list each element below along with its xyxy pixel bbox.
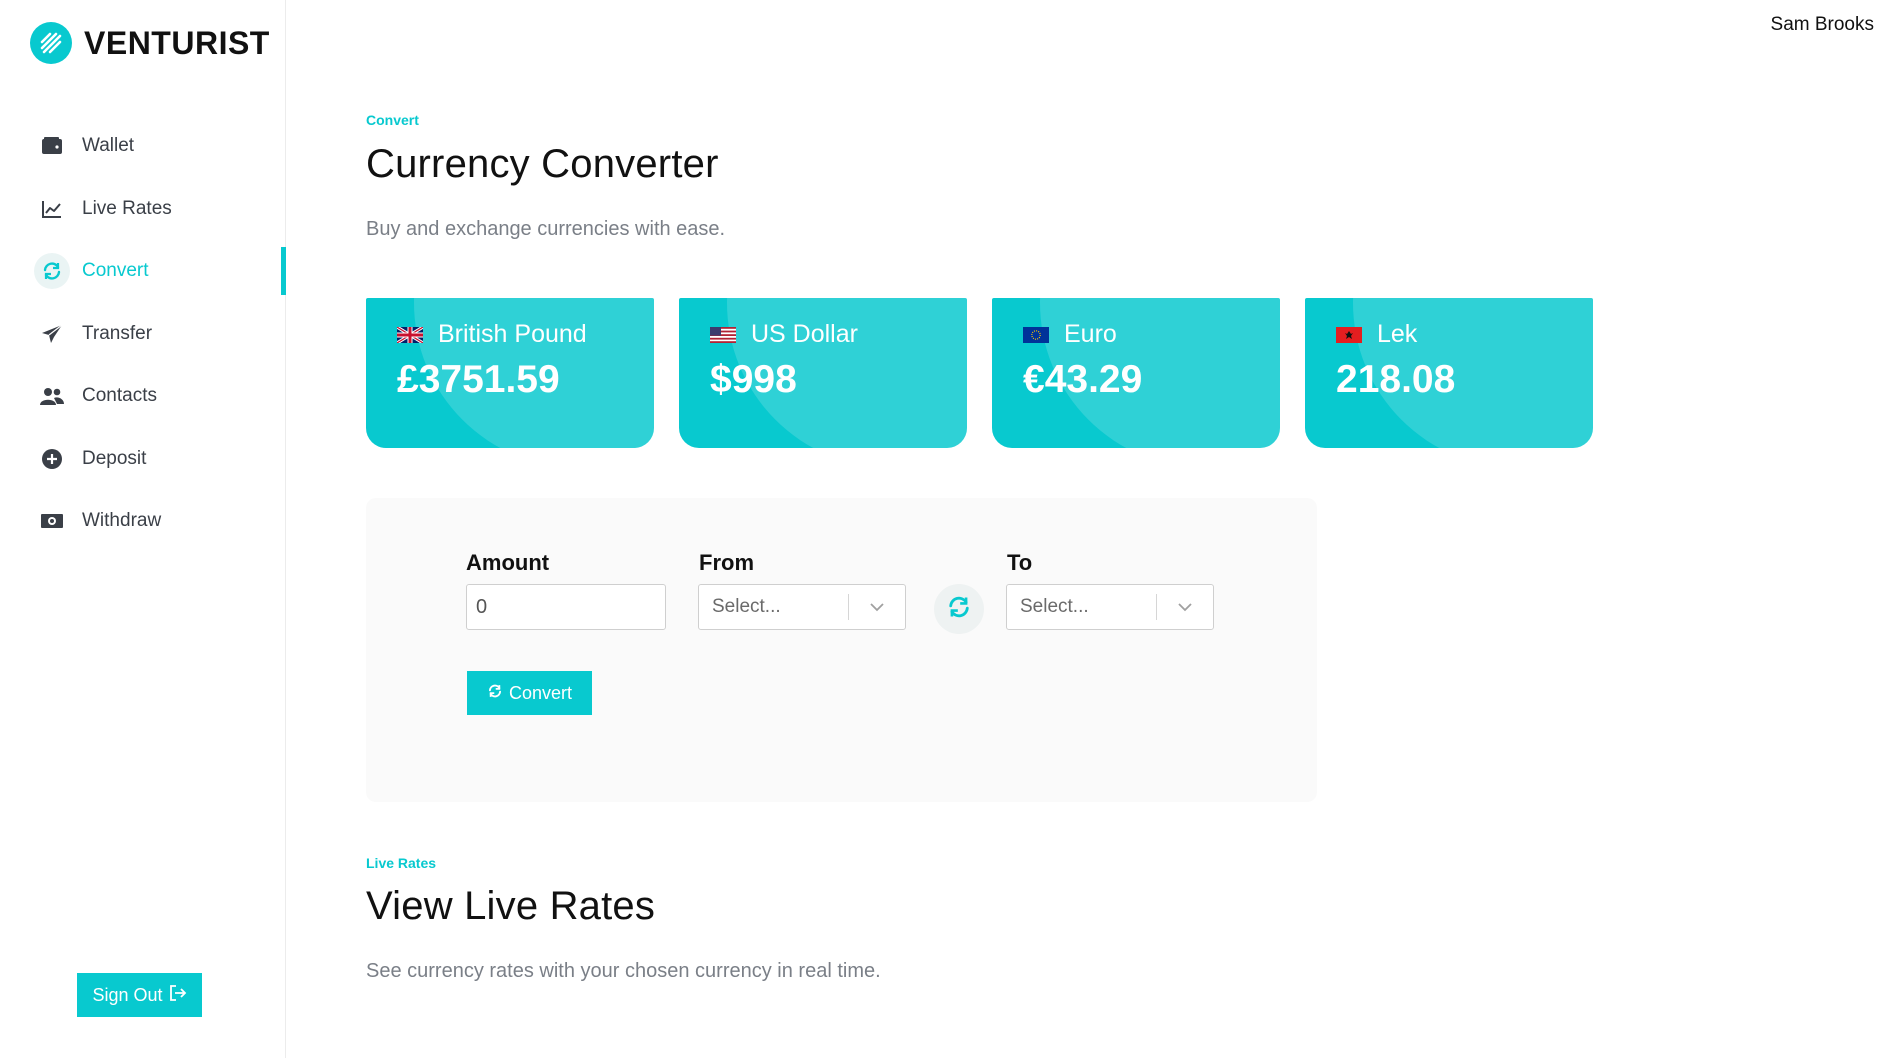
live-rates-subtitle: See currency rates with your chosen curr… — [366, 960, 881, 982]
convert-eyebrow: Convert — [366, 112, 419, 128]
paper-plane-icon — [34, 316, 70, 352]
to-select-value: Select... — [1020, 596, 1089, 617]
from-label: From — [699, 550, 754, 575]
page-title: Currency Converter — [366, 142, 719, 186]
from-select-value: Select... — [712, 596, 781, 617]
card-amount: €43.29 — [1023, 358, 1143, 401]
card-header: Lek — [1336, 320, 1417, 349]
card-currency-name: British Pound — [438, 320, 587, 348]
app-root: VENTURIST Wallet Live Rates Convert Tran… — [0, 0, 1894, 1058]
sidebar-item-label: Wallet — [82, 135, 135, 156]
sign-out-label: Sign Out — [92, 984, 163, 1005]
sidebar-nav: Wallet Live Rates Convert Transfer Conta… — [0, 126, 286, 564]
swap-icon — [946, 594, 972, 625]
sidebar-item-wallet[interactable]: Wallet — [0, 126, 286, 166]
sidebar-item-label: Withdraw — [82, 510, 162, 531]
balance-cards: British Pound £3751.59 US Dollar $998 Eu… — [366, 298, 1593, 448]
sidebar-item-deposit[interactable]: Deposit — [0, 439, 286, 479]
live-rates-title: View Live Rates — [366, 884, 656, 928]
sidebar-item-live-rates[interactable]: Live Rates — [0, 189, 286, 229]
sidebar: VENTURIST Wallet Live Rates Convert Tran… — [0, 0, 286, 1058]
balance-card-gbp[interactable]: British Pound £3751.59 — [366, 298, 654, 448]
card-currency-name: Lek — [1377, 320, 1418, 348]
venturist-logo-icon — [30, 22, 72, 64]
page-subtitle: Buy and exchange currencies with ease. — [366, 218, 726, 240]
to-currency-select[interactable]: Select... — [1006, 584, 1214, 630]
sign-out-icon — [169, 984, 187, 1007]
balance-card-eur[interactable]: Euro €43.29 — [992, 298, 1280, 448]
money-bill-icon — [34, 503, 70, 539]
sidebar-item-label: Live Rates — [82, 197, 172, 219]
chart-line-icon — [34, 191, 70, 227]
albania-flag-icon — [1336, 326, 1362, 343]
uk-flag-icon — [397, 326, 423, 343]
amount-input[interactable] — [466, 584, 666, 630]
user-name[interactable]: Sam Brooks — [1771, 14, 1874, 36]
amount-label: Amount — [466, 550, 550, 575]
from-currency-select[interactable]: Select... — [698, 584, 906, 630]
convert-button-label: Convert — [508, 682, 573, 703]
live-rates-eyebrow: Live Rates — [366, 855, 437, 871]
card-currency-name: Euro — [1064, 320, 1117, 348]
balance-card-usd[interactable]: US Dollar $998 — [679, 298, 967, 448]
sidebar-item-label: Convert — [82, 260, 149, 281]
brand[interactable]: VENTURIST — [30, 22, 270, 64]
sidebar-item-label: Contacts — [82, 385, 157, 406]
card-header: Euro — [1023, 320, 1117, 349]
convert-button[interactable]: Convert — [467, 671, 592, 715]
eu-flag-icon — [1023, 326, 1049, 343]
chevron-down-icon — [1157, 602, 1213, 612]
card-header: British Pound — [397, 320, 587, 349]
balance-card-all[interactable]: Lek 218.08 — [1305, 298, 1593, 448]
converter-panel: Amount From Select... To Select... — [366, 498, 1317, 802]
refresh-icon — [487, 683, 503, 704]
users-icon — [34, 378, 70, 414]
sidebar-item-withdraw[interactable]: Withdraw — [0, 501, 286, 541]
wallet-icon — [34, 128, 70, 164]
refresh-icon — [34, 253, 70, 289]
sidebar-item-label: Deposit — [82, 447, 147, 469]
sidebar-item-convert[interactable]: Convert — [0, 247, 286, 295]
sidebar-item-transfer[interactable]: Transfer — [0, 314, 286, 354]
chevron-down-icon — [849, 602, 905, 612]
us-flag-icon — [710, 326, 736, 343]
to-label: To — [1007, 550, 1033, 575]
sign-out-button[interactable]: Sign Out — [77, 973, 202, 1017]
swap-currencies-button[interactable] — [934, 584, 984, 634]
plus-circle-icon — [34, 441, 70, 477]
card-amount: £3751.59 — [397, 358, 560, 401]
card-amount: $998 — [710, 358, 797, 401]
sidebar-item-label: Transfer — [82, 322, 153, 344]
card-currency-name: US Dollar — [751, 320, 858, 348]
brand-name: VENTURIST — [84, 24, 270, 61]
card-header: US Dollar — [710, 320, 858, 349]
sidebar-item-contacts[interactable]: Contacts — [0, 376, 286, 416]
card-amount: 218.08 — [1336, 358, 1456, 401]
